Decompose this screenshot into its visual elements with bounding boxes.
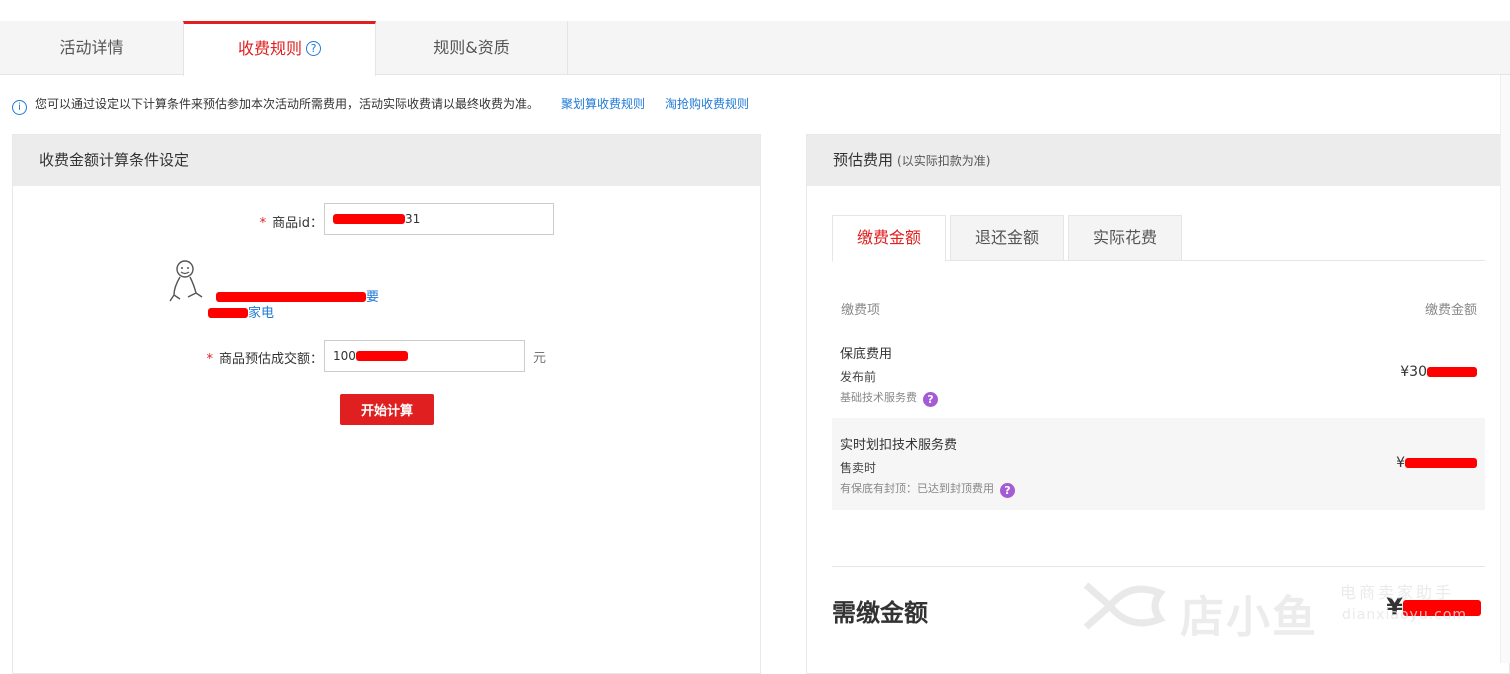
tab-label: 规则&资质	[433, 38, 510, 57]
divider	[832, 566, 1485, 567]
redaction-mark	[355, 351, 408, 361]
info-icon: i	[12, 100, 27, 115]
tab-refund-amount[interactable]: 退还金额	[950, 215, 1064, 261]
fee-note: 基础技术服务费?	[840, 389, 938, 407]
estimated-fee-panel: 预估费用 (以实际扣款为准) 缴费金额 退还金额 实际花费 缴费项 缴费金额 保底…	[806, 134, 1510, 674]
fee-amount: ¥	[1396, 455, 1477, 471]
start-calc-button[interactable]: 开始计算	[340, 394, 434, 425]
fee-item-header: 缴费项	[841, 303, 881, 318]
calc-conditions-panel: 收费金额计算条件设定 * 商品id： 31 要 家电 * 商品预估成交额： 100 …	[12, 134, 761, 674]
fee-row-guarantee: 保底费用 发布前 基础技术服务费? ¥30	[832, 335, 1485, 417]
deal-amount-label: * 商品预估成交额：	[206, 352, 323, 367]
fee-row-realtime: 实时划扣技术服务费 售卖时 有保底有封顶：已达到封顶费用? ¥	[832, 418, 1485, 510]
fee-amount: ¥30	[1400, 364, 1477, 380]
main-tab-bar: 活动详情 收费规则? 规则&资质	[0, 21, 1510, 76]
redaction-mark	[1405, 458, 1477, 468]
tab-payment-amount[interactable]: 缴费金额	[832, 215, 946, 262]
fee-title: 实时划扣技术服务费	[840, 438, 958, 453]
product-id-label: * 商品id：	[259, 216, 323, 231]
tab-label: 收费规则	[237, 39, 302, 58]
tab-actual-cost[interactable]: 实际花费	[1068, 215, 1182, 261]
scrollbar[interactable]	[1500, 75, 1510, 663]
fee-note: 有保底有封顶：已达到封顶费用?	[840, 480, 1015, 498]
redaction-mark	[208, 308, 248, 318]
product-title-link[interactable]: 要 家电	[208, 290, 398, 322]
total-label: 需缴金额	[832, 599, 928, 627]
redaction-mark	[1403, 600, 1481, 616]
redaction-mark	[333, 214, 405, 224]
fee-stage: 售卖时	[840, 461, 877, 475]
top-strip	[0, 0, 1510, 21]
fee-amount-header: 缴费金额	[1424, 303, 1477, 318]
panel-title: 预估费用 (以实际扣款为准)	[807, 135, 1509, 186]
question-icon[interactable]: ?	[923, 392, 938, 407]
panel-title: 收费金额计算条件设定	[13, 135, 760, 186]
juhuasuan-fee-rules-link[interactable]: 聚划算收费规则	[561, 97, 645, 111]
fee-stage: 发布前	[840, 370, 877, 384]
deal-amount-input[interactable]: 100	[324, 340, 525, 372]
notice-text: 您可以通过设定以下计算条件来预估参加本次活动所需费用，活动实际收费请以最终收费为…	[35, 97, 540, 111]
unit-label: 元	[533, 351, 547, 366]
question-circle-icon[interactable]: ?	[306, 41, 321, 56]
tab-rules-qualifications[interactable]: 规则&资质	[376, 21, 568, 75]
mascot-icon	[169, 260, 203, 302]
fee-tab-bar: 缴费金额 退还金额 实际花费	[832, 215, 1485, 262]
redaction-mark	[216, 292, 366, 302]
taoqianggou-fee-rules-link[interactable]: 淘抢购收费规则	[665, 97, 749, 111]
product-id-input[interactable]: 31	[324, 203, 554, 235]
tab-label: 活动详情	[59, 38, 124, 57]
redaction-mark	[1427, 367, 1477, 377]
fee-notice: i 您可以通过设定以下计算条件来预估参加本次活动所需费用，活动实际收费请以最终收费…	[12, 94, 749, 115]
question-icon[interactable]: ?	[1000, 483, 1015, 498]
tab-fee-rules[interactable]: 收费规则?	[183, 21, 376, 76]
fee-title: 保底费用	[840, 347, 893, 362]
tab-activity-details[interactable]: 活动详情	[0, 21, 183, 75]
fee-table-header: 缴费项 缴费金额	[841, 299, 1477, 318]
total-amount: ¥	[1386, 593, 1481, 621]
